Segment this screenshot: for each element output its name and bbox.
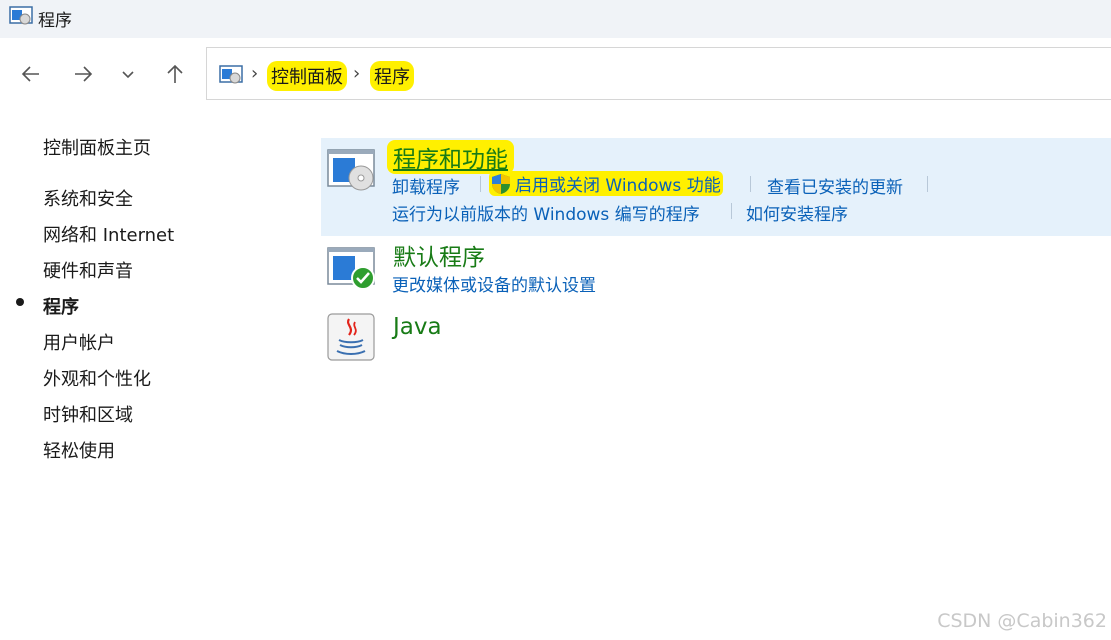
back-button[interactable] <box>16 58 46 90</box>
task-separator <box>480 176 481 192</box>
control-panel-icon <box>9 6 33 25</box>
chevron-right-icon: › <box>353 63 361 84</box>
sidebar-item-user-accounts[interactable]: 用户帐户 <box>43 329 115 355</box>
recent-locations-button[interactable] <box>113 58 143 90</box>
uninstall-program-link[interactable]: 卸载程序 <box>392 173 460 198</box>
sidebar-item-clock-region[interactable]: 时钟和区域 <box>43 401 133 427</box>
windows-features-link[interactable]: 启用或关闭 Windows 功能 <box>489 171 723 196</box>
java-icon <box>327 313 375 361</box>
title-bar: 程序 <box>0 0 1111 38</box>
arrow-left-icon <box>21 66 39 82</box>
default-programs-icon <box>327 247 375 290</box>
current-item-bullet <box>16 298 24 306</box>
sidebar-item-hardware-sound[interactable]: 硬件和声音 <box>43 257 133 283</box>
java-title[interactable]: Java <box>393 314 442 340</box>
sidebar-home-link[interactable]: 控制面板主页 <box>43 134 151 160</box>
address-bar[interactable]: › 控制面板 › 程序 <box>206 47 1111 100</box>
sidebar-item-ease-of-access[interactable]: 轻松使用 <box>43 437 115 463</box>
sidebar-item-programs[interactable]: 程序 <box>43 293 79 319</box>
sidebar-item-network[interactable]: 网络和 Internet <box>43 221 174 247</box>
breadcrumb-control-panel[interactable]: 控制面板 <box>267 61 347 91</box>
default-programs-title[interactable]: 默认程序 <box>393 238 485 272</box>
task-separator <box>750 176 751 192</box>
sidebar-item-appearance[interactable]: 外观和个性化 <box>43 365 151 391</box>
programs-features-icon <box>327 149 375 191</box>
task-separator <box>731 203 732 219</box>
control-panel-icon <box>219 65 243 84</box>
how-to-install-link[interactable]: 如何安装程序 <box>746 200 848 225</box>
chevron-right-icon: › <box>251 63 259 84</box>
task-separator <box>927 176 928 192</box>
view-installed-updates-link[interactable]: 查看已安装的更新 <box>767 173 903 198</box>
sidebar-item-system-security[interactable]: 系统和安全 <box>43 185 133 211</box>
breadcrumb-programs[interactable]: 程序 <box>370 61 414 91</box>
window-title: 程序 <box>38 11 72 31</box>
arrow-right-icon <box>75 66 93 82</box>
programs-features-title[interactable]: 程序和功能 <box>387 140 514 174</box>
up-button[interactable] <box>160 58 190 90</box>
program-compatibility-link[interactable]: 运行为以前版本的 Windows 编写的程序 <box>392 200 700 225</box>
shield-icon <box>492 174 510 194</box>
chevron-down-icon <box>122 71 134 79</box>
arrow-up-icon <box>167 64 183 83</box>
media-device-defaults-link[interactable]: 更改媒体或设备的默认设置 <box>392 271 596 296</box>
watermark: CSDN @Cabin362 <box>937 610 1107 632</box>
forward-button[interactable] <box>68 58 98 90</box>
